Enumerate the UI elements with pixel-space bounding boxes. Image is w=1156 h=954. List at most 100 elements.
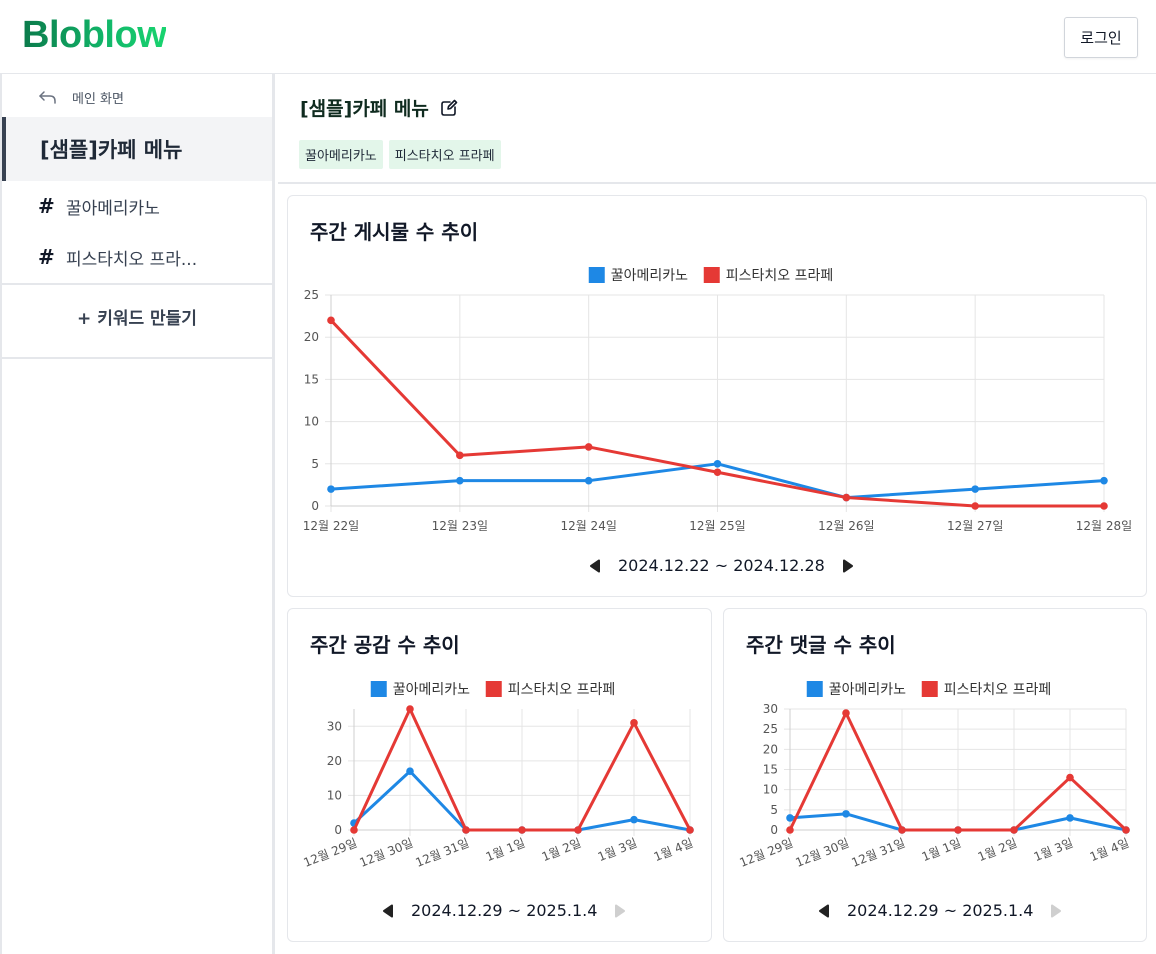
x-tick-label: 12월 25일 — [689, 519, 745, 533]
data-point — [842, 709, 850, 717]
chart-svg: 0 5 10 15 20 25 30 12월 29일12월 30일12월 31일 1월 1일 1월… — [738, 681, 1131, 870]
y-tick-label: 25 — [304, 288, 319, 302]
sidebar-divider — [2, 357, 272, 359]
x-tick-label: 12월 29일 — [302, 836, 360, 870]
chart-card-weekly-comments: 주간 댓글 수 추이 0 5 10 15 20 25 30 12월 29일 12월 30일 12월… — [723, 608, 1147, 942]
x-tick-label: 12월 22일 — [303, 519, 359, 533]
back-to-main-link[interactable]: 메인 화면 — [38, 86, 124, 108]
data-point — [456, 451, 464, 460]
data-point — [954, 826, 962, 834]
data-point — [1010, 826, 1018, 834]
legend-swatch — [806, 681, 823, 697]
legend-label: 꿀아메리카노 — [829, 682, 906, 698]
page-title-row: [샘플]카페 메뉴 — [300, 94, 459, 121]
next-week-icon — [615, 904, 626, 917]
x-tick-label: 12월 23일 — [432, 519, 488, 533]
hash-icon: # — [38, 194, 55, 218]
x-tick-label: 1월 1일 — [920, 836, 963, 864]
chart-svg: 0 5 10 15 20 25 12월 22일 12월 23일 12월 24일 12월 25일 12… — [303, 267, 1132, 533]
date-range-label: 2024.12.29 ~ 2025.1.4 — [411, 901, 598, 920]
legend-swatch — [921, 681, 938, 697]
sidebar: 메인 화면 [샘플]카페 메뉴 # 꿀아메리카노 # 피스타치오 프라... +… — [0, 74, 275, 954]
chart-card-weekly-posts: 주간 게시물 수 추이 0 5 10 15 20 25 12월 22일 12월 23일 12월 … — [287, 195, 1147, 597]
legend-label: 피스타치오 프라페 — [508, 682, 616, 698]
y-tick-label: 0 — [770, 823, 778, 837]
next-week-icon[interactable] — [841, 559, 855, 573]
y-tick-label: 5 — [770, 803, 778, 817]
legend-label: 꿀아메리카노 — [611, 268, 688, 284]
data-point — [971, 485, 979, 493]
legend-label: 피스타치오 프라페 — [944, 682, 1052, 698]
prev-week-icon[interactable] — [588, 559, 602, 573]
x-tick-label: 12월 28일 — [1076, 519, 1132, 533]
sidebar-keyword-item[interactable]: # 꿀아메리카노 — [38, 191, 160, 221]
data-point — [630, 719, 638, 727]
date-range-label: 2024.12.22 ~ 2024.12.28 — [618, 556, 825, 575]
back-arrow-icon — [39, 91, 56, 104]
hash-icon: # — [38, 245, 55, 269]
legend-label: 피스타치오 프라페 — [726, 268, 834, 284]
y-tick-label: 5 — [311, 457, 319, 471]
x-tick-label: 12월 26일 — [818, 519, 874, 533]
make-keyword-button[interactable]: + 키워드 만들기 — [2, 296, 272, 336]
data-point — [584, 443, 593, 451]
y-tick-label: 20 — [763, 742, 778, 756]
x-tick-label: 12월 31일 — [414, 836, 472, 870]
x-tick-label: 1월 3일 — [596, 836, 639, 864]
data-point — [327, 485, 335, 493]
sidebar-group-active[interactable]: [샘플]카페 메뉴 — [2, 117, 272, 181]
next-week-icon — [1051, 904, 1062, 917]
data-point — [574, 826, 582, 834]
x-tick-label: 12월 30일 — [794, 836, 852, 870]
keyword-tag: 피스타치오 프라페 — [388, 140, 501, 169]
chart-card-weekly-likes: 주간 공감 수 추이 0 10 20 30 12월 29일 12월 30일 12월 31일 1… — [287, 608, 712, 942]
sidebar-keyword-label: 꿀아메리카노 — [66, 198, 160, 219]
data-point — [1122, 826, 1130, 834]
legend-label: 꿀아메리카노 — [393, 682, 470, 698]
data-point — [686, 826, 694, 834]
data-point — [406, 705, 414, 713]
data-point — [1100, 476, 1108, 485]
logo[interactable]: Bloblow — [22, 14, 167, 57]
top-bar: Bloblow 로그인 — [0, 0, 1156, 74]
data-point — [327, 316, 335, 325]
data-point — [898, 826, 906, 834]
y-tick-label: 30 — [763, 702, 778, 716]
data-point — [1066, 773, 1074, 782]
data-point — [350, 826, 358, 834]
x-tick-label: 12월 24일 — [560, 519, 616, 533]
y-tick-label: 0 — [334, 823, 342, 837]
y-tick-label: 30 — [327, 719, 342, 733]
keyword-tag: 꿀아메리카노 — [299, 140, 383, 169]
login-button[interactable]: 로그인 — [1064, 17, 1138, 58]
y-tick-label: 10 — [304, 415, 319, 429]
date-range-pager: 2024.12.29 ~ 2025.1.4 — [817, 901, 1063, 920]
y-tick-label: 20 — [327, 754, 342, 768]
legend-swatch — [485, 681, 502, 697]
y-tick-label: 10 — [327, 788, 342, 802]
data-point — [406, 767, 414, 776]
prev-week-icon[interactable] — [817, 904, 831, 918]
x-tick-label: 12월 31일 — [850, 836, 908, 870]
chart-svg: 0 10 20 30 12월 29일12월 30일12월 31일 1월 1일 1월 2일 1월… — [302, 681, 695, 870]
x-tick-label: 1월 4일 — [1088, 836, 1131, 864]
data-point — [713, 468, 722, 477]
date-range-pager: 2024.12.22 ~ 2024.12.28 — [588, 556, 855, 575]
prev-week-icon[interactable] — [381, 904, 395, 918]
data-point — [462, 826, 470, 834]
data-point — [518, 826, 526, 834]
x-tick-label: 1월 1일 — [484, 836, 527, 864]
y-tick-label: 15 — [763, 763, 778, 777]
keyword-tags: 꿀아메리카노 피스타치오 프라페 — [299, 140, 501, 169]
x-tick-label: 1월 3일 — [1032, 836, 1075, 864]
x-tick-label: 1월 2일 — [540, 836, 583, 864]
data-point — [584, 476, 593, 485]
sidebar-keyword-item[interactable]: # 피스타치오 프라... — [38, 242, 197, 272]
y-tick-label: 25 — [763, 722, 778, 736]
x-tick-label: 12월 30일 — [358, 836, 416, 870]
data-point — [786, 814, 794, 822]
x-tick-label: 12월 29일 — [738, 836, 796, 870]
x-tick-label: 1월 2일 — [976, 836, 1019, 864]
edit-icon[interactable] — [439, 98, 459, 118]
x-tick-label: 1월 4일 — [652, 836, 695, 864]
